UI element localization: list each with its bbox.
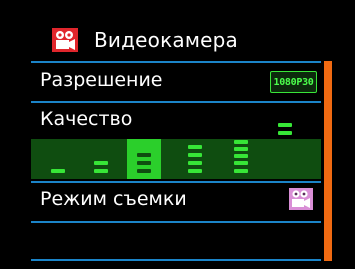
- quality-level-2[interactable]: [84, 139, 118, 179]
- menu-item-label: Качество: [40, 108, 133, 130]
- menu-scrollbar[interactable]: [324, 61, 332, 261]
- menu-item-resolution[interactable]: Разрешение 1080P30: [31, 61, 321, 101]
- quality-level-5[interactable]: [224, 139, 258, 179]
- quality-level-4[interactable]: [178, 139, 212, 179]
- page-title: Видеокамера: [94, 28, 238, 52]
- settings-menu: Разрешение 1080P30 Качество Режим съемки: [31, 61, 321, 261]
- video-camera-icon: [52, 28, 78, 52]
- camera-menu-screen: Видеокамера Разрешение 1080P30 Качество: [0, 0, 355, 269]
- menu-item-quality[interactable]: Качество: [31, 101, 321, 181]
- quality-level-3[interactable]: [127, 139, 161, 179]
- menu-item-label: Разрешение: [40, 69, 163, 91]
- video-mode-icon: [289, 188, 313, 210]
- scrollbar-thumb[interactable]: [324, 61, 332, 261]
- quality-level-selector[interactable]: [31, 139, 321, 179]
- menu-item-empty: [31, 221, 321, 261]
- resolution-value-badge: 1080P30: [270, 71, 317, 93]
- menu-item-label: Режим съемки: [40, 188, 187, 210]
- menu-header: Видеокамера: [52, 25, 238, 55]
- menu-item-shooting-mode[interactable]: Режим съемки: [31, 181, 321, 221]
- quality-level-1[interactable]: [41, 139, 75, 179]
